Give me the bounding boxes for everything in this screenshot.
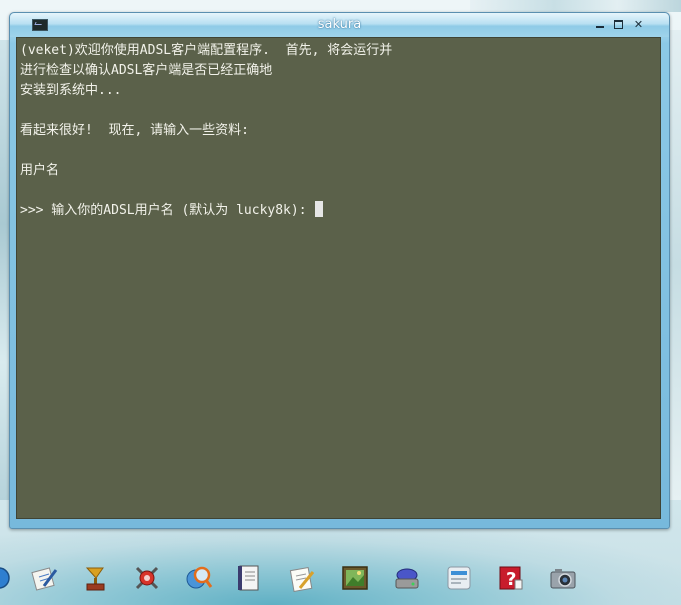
- window-title: sakura: [317, 17, 362, 32]
- terminal-line: (veket)欢迎你使用ADSL客户端配置程序. 首先, 将会运行并: [20, 43, 393, 58]
- dock-bar: ?: [0, 560, 681, 605]
- terminal-line: 用户名: [20, 163, 60, 178]
- desktop-wallpaper-top: [470, 0, 681, 12]
- close-button[interactable]: ✕: [631, 18, 646, 31]
- window-titlebar[interactable]: sakura ✕: [10, 13, 669, 37]
- image-viewer-icon: [341, 564, 369, 592]
- notepad-pen-icon: [30, 564, 58, 592]
- dock-item[interactable]: [338, 560, 372, 596]
- dock-item[interactable]: [232, 560, 266, 596]
- dock-item[interactable]: [546, 560, 580, 596]
- dock-item[interactable]: [130, 560, 164, 596]
- minimize-icon: [595, 26, 604, 28]
- dock-item[interactable]: [390, 560, 424, 596]
- dock-item[interactable]: ?: [494, 560, 528, 596]
- dock-item[interactable]: [442, 560, 476, 596]
- partial-app-icon: [0, 564, 13, 592]
- dock-item[interactable]: [0, 560, 16, 596]
- minimize-button[interactable]: [592, 18, 607, 31]
- network-tool-icon: [133, 564, 161, 592]
- maximize-icon: [614, 20, 623, 29]
- terminal-output[interactable]: (veket)欢迎你使用ADSL客户端配置程序. 首先, 将会运行并 进行检查以…: [16, 37, 661, 519]
- dock-item[interactable]: [182, 560, 216, 596]
- dock-item[interactable]: [285, 560, 319, 596]
- dock-item[interactable]: [27, 560, 61, 596]
- disk-drive-icon: [393, 564, 421, 592]
- text-cursor: [315, 201, 324, 217]
- search-globe-icon: [185, 564, 213, 592]
- terminal-window[interactable]: sakura ✕ (veket)欢迎你使用ADSL客户端配置程序. 首先, 将会…: [9, 12, 670, 529]
- terminal-prompt: >>> 输入你的ADSL用户名 (默认为 lucky8k):: [20, 203, 315, 218]
- help-icon: ?: [497, 564, 525, 592]
- camera-icon: [549, 564, 577, 592]
- gramophone-icon: [81, 564, 109, 592]
- maximize-button[interactable]: [611, 18, 626, 31]
- text-editor-icon: [288, 564, 316, 592]
- keyboard-settings-icon: [445, 564, 473, 592]
- terminal-prompt-line[interactable]: >>> 输入你的ADSL用户名 (默认为 lucky8k):: [20, 201, 660, 221]
- terminal-line: 进行检查以确认ADSL客户端是否已经正确地: [20, 63, 273, 78]
- terminal-line: 看起来很好! 现在, 请输入一些资料:: [20, 123, 249, 138]
- terminal-line: 安装到系统中...: [20, 83, 122, 98]
- dock-item[interactable]: [78, 560, 112, 596]
- document-viewer-icon: [235, 564, 263, 592]
